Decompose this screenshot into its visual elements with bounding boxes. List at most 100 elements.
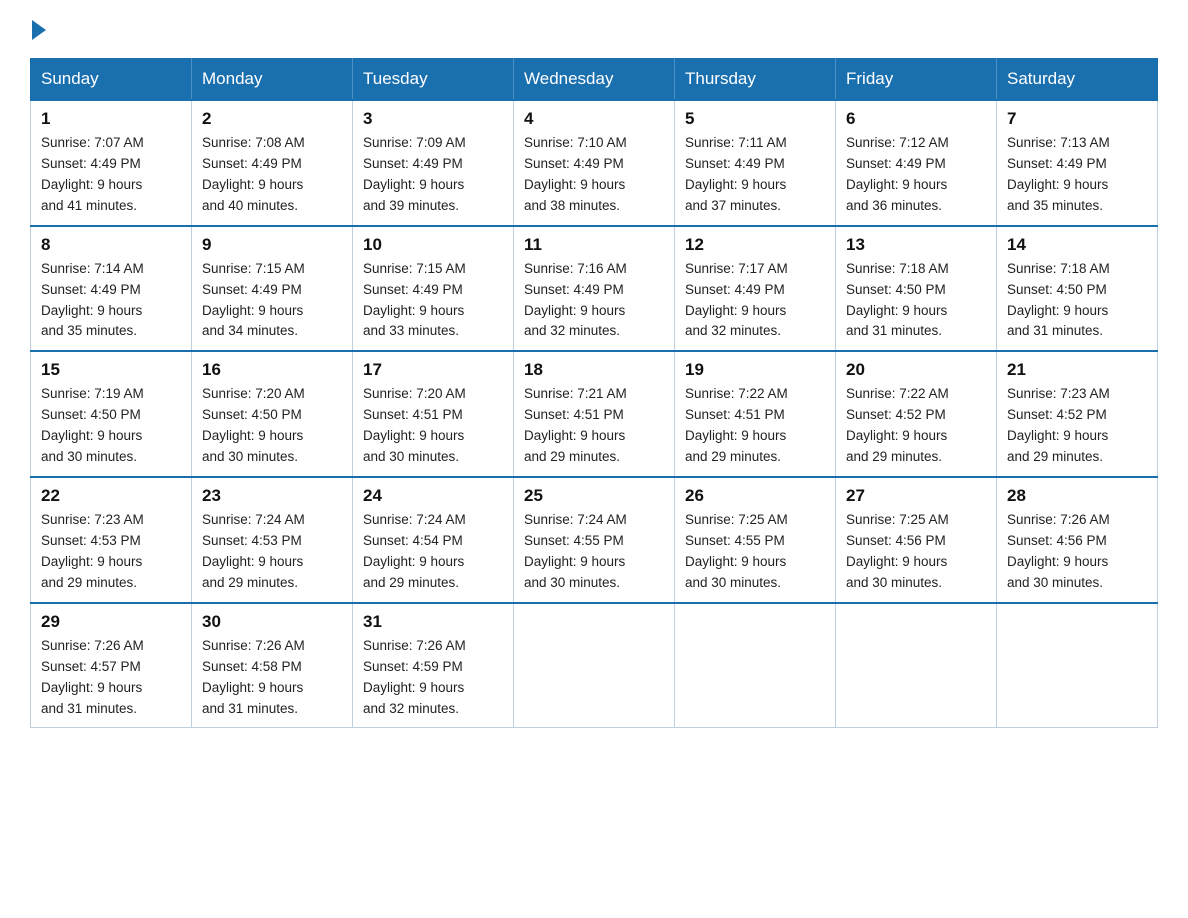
calendar-cell: 29 Sunrise: 7:26 AMSunset: 4:57 PMDayligh… <box>31 603 192 728</box>
day-number: 28 <box>1007 486 1147 506</box>
day-header-sunday: Sunday <box>31 59 192 101</box>
day-number: 17 <box>363 360 503 380</box>
calendar-cell: 25 Sunrise: 7:24 AMSunset: 4:55 PMDayligh… <box>514 477 675 603</box>
day-info: Sunrise: 7:23 AMSunset: 4:53 PMDaylight:… <box>41 510 181 594</box>
day-info: Sunrise: 7:23 AMSunset: 4:52 PMDaylight:… <box>1007 384 1147 468</box>
day-number: 3 <box>363 109 503 129</box>
day-number: 12 <box>685 235 825 255</box>
day-info: Sunrise: 7:24 AMSunset: 4:55 PMDaylight:… <box>524 510 664 594</box>
calendar-cell: 3 Sunrise: 7:09 AMSunset: 4:49 PMDaylight… <box>353 100 514 226</box>
calendar-cell: 24Sunrise: 7:24 AMSunset: 4:54 PMDayligh… <box>353 477 514 603</box>
day-header-saturday: Saturday <box>997 59 1158 101</box>
day-info: Sunrise: 7:11 AMSunset: 4:49 PMDaylight:… <box>685 133 825 217</box>
calendar-cell: 4 Sunrise: 7:10 AMSunset: 4:49 PMDaylight… <box>514 100 675 226</box>
calendar-table: SundayMondayTuesdayWednesdayThursdayFrid… <box>30 58 1158 728</box>
calendar-cell: 2 Sunrise: 7:08 AMSunset: 4:49 PMDaylight… <box>192 100 353 226</box>
day-info: Sunrise: 7:26 AMSunset: 4:57 PMDaylight:… <box>41 636 181 720</box>
day-info: Sunrise: 7:21 AMSunset: 4:51 PMDaylight:… <box>524 384 664 468</box>
calendar-cell <box>836 603 997 728</box>
calendar-cell: 9 Sunrise: 7:15 AMSunset: 4:49 PMDaylight… <box>192 226 353 352</box>
calendar-cell: 17Sunrise: 7:20 AMSunset: 4:51 PMDayligh… <box>353 351 514 477</box>
day-number: 23 <box>202 486 342 506</box>
day-info: Sunrise: 7:17 AMSunset: 4:49 PMDaylight:… <box>685 259 825 343</box>
calendar-cell: 19 Sunrise: 7:22 AMSunset: 4:51 PMDayligh… <box>675 351 836 477</box>
day-info: Sunrise: 7:10 AMSunset: 4:49 PMDaylight:… <box>524 133 664 217</box>
day-number: 14 <box>1007 235 1147 255</box>
calendar-cell <box>514 603 675 728</box>
day-number: 8 <box>41 235 181 255</box>
calendar-header-row: SundayMondayTuesdayWednesdayThursdayFrid… <box>31 59 1158 101</box>
day-info: Sunrise: 7:22 AMSunset: 4:52 PMDaylight:… <box>846 384 986 468</box>
day-info: Sunrise: 7:09 AMSunset: 4:49 PMDaylight:… <box>363 133 503 217</box>
calendar-cell: 31 Sunrise: 7:26 AMSunset: 4:59 PMDayligh… <box>353 603 514 728</box>
day-header-wednesday: Wednesday <box>514 59 675 101</box>
day-number: 18 <box>524 360 664 380</box>
calendar-cell: 10 Sunrise: 7:15 AMSunset: 4:49 PMDayligh… <box>353 226 514 352</box>
calendar-week-row: 29 Sunrise: 7:26 AMSunset: 4:57 PMDayligh… <box>31 603 1158 728</box>
calendar-cell <box>997 603 1158 728</box>
calendar-cell: 11Sunrise: 7:16 AMSunset: 4:49 PMDayligh… <box>514 226 675 352</box>
day-number: 16 <box>202 360 342 380</box>
calendar-cell: 23 Sunrise: 7:24 AMSunset: 4:53 PMDayligh… <box>192 477 353 603</box>
day-number: 27 <box>846 486 986 506</box>
day-header-monday: Monday <box>192 59 353 101</box>
day-info: Sunrise: 7:26 AMSunset: 4:56 PMDaylight:… <box>1007 510 1147 594</box>
day-info: Sunrise: 7:13 AMSunset: 4:49 PMDaylight:… <box>1007 133 1147 217</box>
day-number: 4 <box>524 109 664 129</box>
day-info: Sunrise: 7:15 AMSunset: 4:49 PMDaylight:… <box>202 259 342 343</box>
day-number: 20 <box>846 360 986 380</box>
day-info: Sunrise: 7:20 AMSunset: 4:50 PMDaylight:… <box>202 384 342 468</box>
day-number: 30 <box>202 612 342 632</box>
day-info: Sunrise: 7:22 AMSunset: 4:51 PMDaylight:… <box>685 384 825 468</box>
day-number: 19 <box>685 360 825 380</box>
day-header-thursday: Thursday <box>675 59 836 101</box>
calendar-cell: 13 Sunrise: 7:18 AMSunset: 4:50 PMDayligh… <box>836 226 997 352</box>
day-info: Sunrise: 7:26 AMSunset: 4:59 PMDaylight:… <box>363 636 503 720</box>
day-number: 11 <box>524 235 664 255</box>
calendar-cell: 16 Sunrise: 7:20 AMSunset: 4:50 PMDayligh… <box>192 351 353 477</box>
day-number: 15 <box>41 360 181 380</box>
calendar-cell: 7 Sunrise: 7:13 AMSunset: 4:49 PMDaylight… <box>997 100 1158 226</box>
day-number: 6 <box>846 109 986 129</box>
calendar-cell: 26 Sunrise: 7:25 AMSunset: 4:55 PMDayligh… <box>675 477 836 603</box>
calendar-cell: 6 Sunrise: 7:12 AMSunset: 4:49 PMDaylight… <box>836 100 997 226</box>
day-info: Sunrise: 7:18 AMSunset: 4:50 PMDaylight:… <box>846 259 986 343</box>
day-number: 31 <box>363 612 503 632</box>
calendar-cell: 14Sunrise: 7:18 AMSunset: 4:50 PMDayligh… <box>997 226 1158 352</box>
day-number: 1 <box>41 109 181 129</box>
calendar-cell: 22 Sunrise: 7:23 AMSunset: 4:53 PMDayligh… <box>31 477 192 603</box>
day-info: Sunrise: 7:12 AMSunset: 4:49 PMDaylight:… <box>846 133 986 217</box>
day-number: 21 <box>1007 360 1147 380</box>
day-header-friday: Friday <box>836 59 997 101</box>
logo <box>30 20 48 40</box>
day-number: 2 <box>202 109 342 129</box>
day-number: 5 <box>685 109 825 129</box>
day-header-tuesday: Tuesday <box>353 59 514 101</box>
calendar-cell: 15 Sunrise: 7:19 AMSunset: 4:50 PMDayligh… <box>31 351 192 477</box>
day-info: Sunrise: 7:08 AMSunset: 4:49 PMDaylight:… <box>202 133 342 217</box>
day-info: Sunrise: 7:14 AMSunset: 4:49 PMDaylight:… <box>41 259 181 343</box>
day-info: Sunrise: 7:25 AMSunset: 4:55 PMDaylight:… <box>685 510 825 594</box>
day-info: Sunrise: 7:07 AMSunset: 4:49 PMDaylight:… <box>41 133 181 217</box>
day-number: 10 <box>363 235 503 255</box>
day-info: Sunrise: 7:15 AMSunset: 4:49 PMDaylight:… <box>363 259 503 343</box>
day-number: 26 <box>685 486 825 506</box>
day-number: 13 <box>846 235 986 255</box>
day-number: 22 <box>41 486 181 506</box>
calendar-week-row: 15 Sunrise: 7:19 AMSunset: 4:50 PMDayligh… <box>31 351 1158 477</box>
day-number: 29 <box>41 612 181 632</box>
calendar-week-row: 1 Sunrise: 7:07 AMSunset: 4:49 PMDaylight… <box>31 100 1158 226</box>
day-info: Sunrise: 7:19 AMSunset: 4:50 PMDaylight:… <box>41 384 181 468</box>
calendar-cell: 8 Sunrise: 7:14 AMSunset: 4:49 PMDaylight… <box>31 226 192 352</box>
calendar-cell: 20 Sunrise: 7:22 AMSunset: 4:52 PMDayligh… <box>836 351 997 477</box>
calendar-cell: 28 Sunrise: 7:26 AMSunset: 4:56 PMDayligh… <box>997 477 1158 603</box>
calendar-cell: 12 Sunrise: 7:17 AMSunset: 4:49 PMDayligh… <box>675 226 836 352</box>
day-number: 25 <box>524 486 664 506</box>
day-info: Sunrise: 7:24 AMSunset: 4:53 PMDaylight:… <box>202 510 342 594</box>
day-number: 7 <box>1007 109 1147 129</box>
calendar-week-row: 22 Sunrise: 7:23 AMSunset: 4:53 PMDayligh… <box>31 477 1158 603</box>
day-number: 9 <box>202 235 342 255</box>
calendar-cell: 21 Sunrise: 7:23 AMSunset: 4:52 PMDayligh… <box>997 351 1158 477</box>
day-number: 24 <box>363 486 503 506</box>
calendar-cell <box>675 603 836 728</box>
